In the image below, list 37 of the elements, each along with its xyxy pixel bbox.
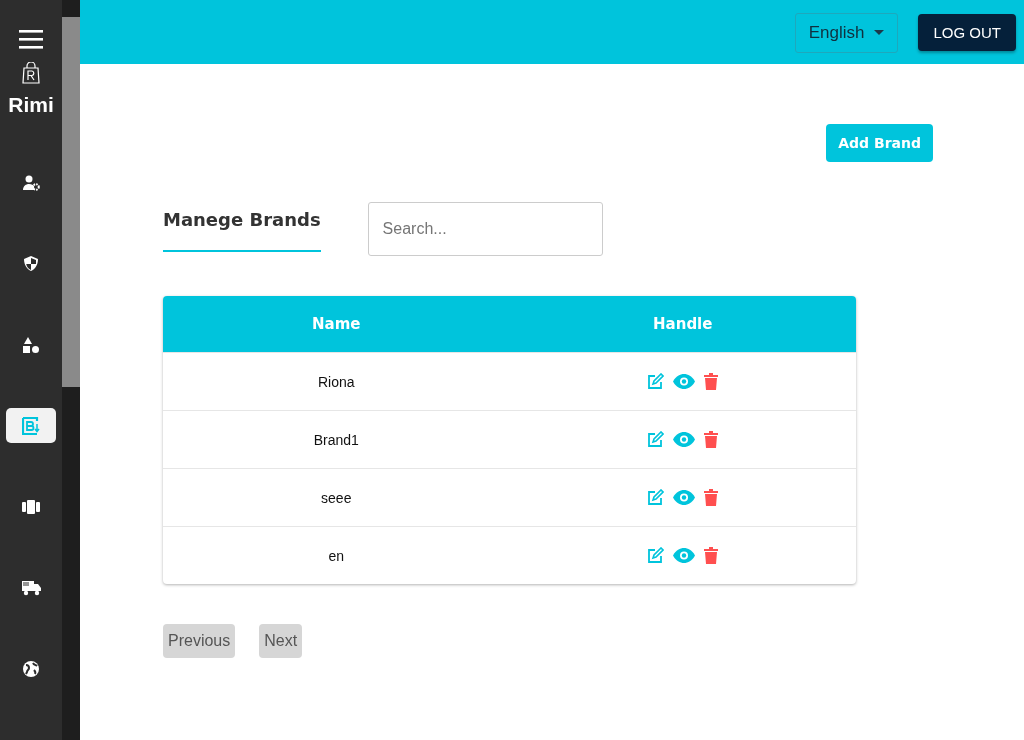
caret-icon [874,30,885,35]
next-button[interactable]: Next [259,624,303,658]
logout-button[interactable]: LOG OUT [918,13,1016,51]
table-cell: Riona [317,373,355,390]
language-dropdown[interactable]: English [794,12,899,53]
previous-button[interactable]: Previous [163,624,236,658]
edit-icon[interactable] [647,547,665,564]
shopping-bag-icon [22,62,40,84]
bootstrap-b-icon [22,416,40,435]
shield-icon [23,255,39,272]
delete-icon[interactable] [704,489,719,506]
table-cell: en [328,547,345,564]
app-name: Rimi [8,93,54,117]
view-icon[interactable] [673,374,696,389]
view-icon[interactable] [673,490,696,505]
scrollbar-thumb[interactable] [62,17,80,387]
table-cell: Brand1 [313,431,359,448]
globe-icon [22,659,40,678]
delete-icon[interactable] [704,431,719,448]
view-icon[interactable] [673,548,696,563]
table-cell: seee [321,489,352,506]
edit-icon[interactable] [647,489,665,506]
edit-icon[interactable] [647,373,665,390]
person-gear-icon [22,174,40,191]
page-title: Manege Brands [163,202,321,252]
delete-icon[interactable] [704,547,719,564]
search-field[interactable]: Search... [367,202,603,256]
scrollbar[interactable] [62,0,80,740]
view-icon[interactable] [673,432,696,447]
truck-icon [21,579,41,596]
delete-icon[interactable] [704,373,719,390]
menu-icon[interactable] [19,29,43,49]
edit-icon[interactable] [647,431,665,448]
column-header: Handle [652,315,714,333]
box-icon [22,498,40,515]
column-header: Name [311,315,362,333]
shapes-icon [22,335,40,354]
